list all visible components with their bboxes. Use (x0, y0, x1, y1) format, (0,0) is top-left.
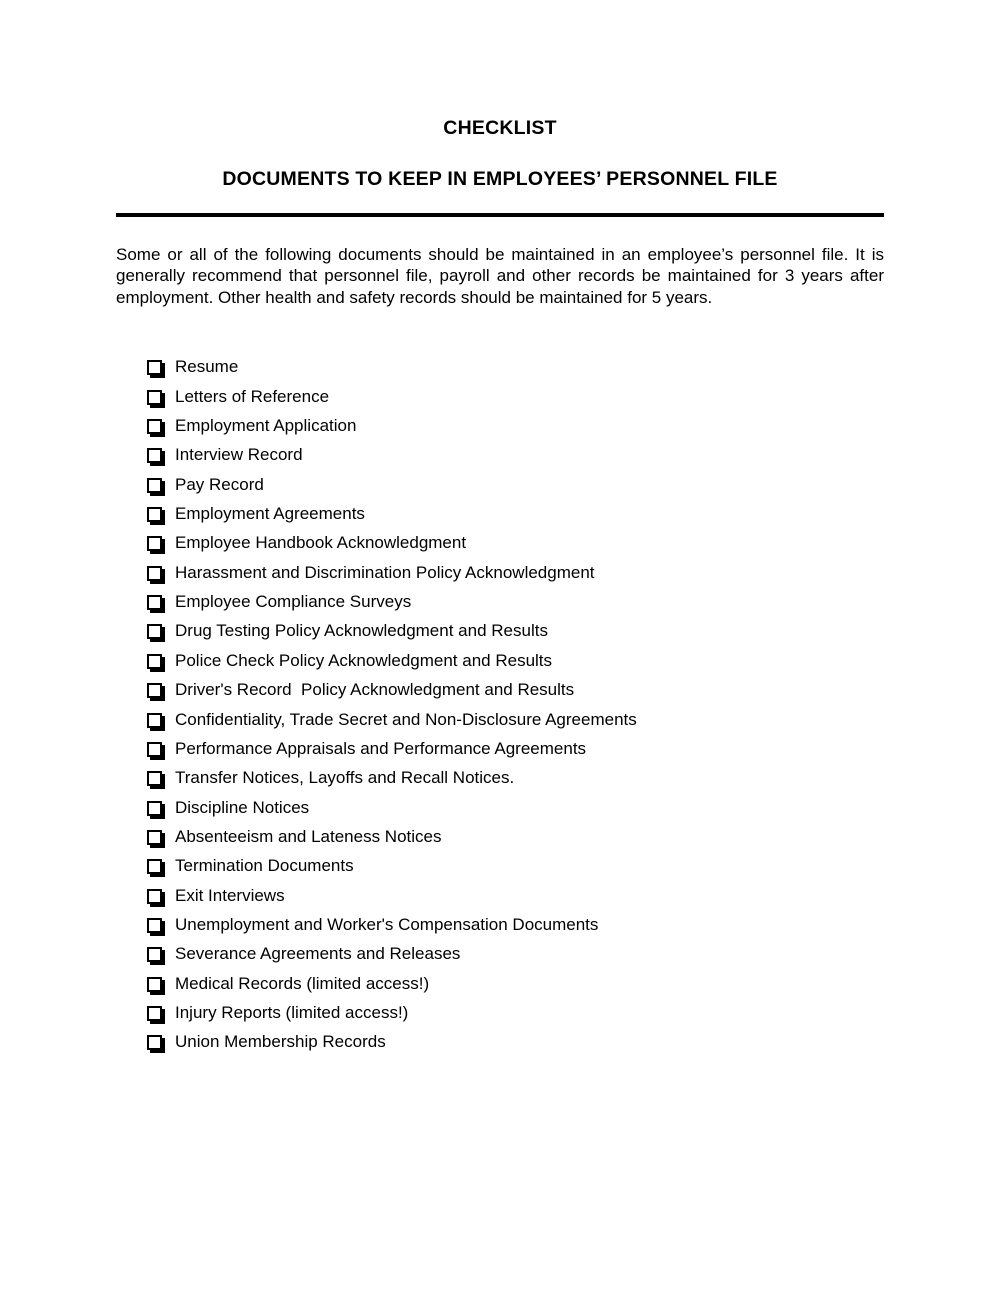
checklist-item[interactable]: Resume (116, 352, 884, 381)
empty-checkbox-icon[interactable] (147, 771, 165, 790)
checklist-item-label: Medical Records (limited access!) (175, 973, 430, 993)
empty-checkbox-icon[interactable] (147, 507, 165, 526)
checklist-item-label: Termination Documents (175, 856, 354, 876)
page-title: CHECKLIST (443, 117, 557, 139)
checklist-item[interactable]: Driver's Record Policy Acknowledgment an… (116, 675, 884, 704)
checklist-item[interactable]: Injury Reports (limited access!) (116, 998, 884, 1027)
empty-checkbox-icon[interactable] (147, 653, 165, 672)
empty-checkbox-icon[interactable] (147, 477, 165, 496)
checklist-item-label: Police Check Policy Acknowledgment and R… (175, 650, 553, 670)
checklist-item[interactable]: Letters of Reference (116, 382, 884, 411)
checklist-item[interactable]: Confidentiality, Trade Secret and Non-Di… (116, 705, 884, 734)
checklist-item[interactable]: Absenteeism and Lateness Notices (116, 822, 884, 851)
checklist: Resume Letters of Reference Employment App… (116, 308, 884, 1056)
checklist-item-label: Injury Reports (limited access!) (175, 1002, 409, 1022)
empty-checkbox-icon[interactable] (147, 859, 165, 878)
checklist-item-label: Driver's Record Policy Acknowledgment an… (175, 680, 575, 700)
checklist-item[interactable]: Medical Records (limited access!) (116, 969, 884, 998)
empty-checkbox-icon[interactable] (147, 1035, 165, 1054)
checklist-item[interactable]: Exit Interviews (116, 881, 884, 910)
checklist-item[interactable]: Employment Application (116, 411, 884, 440)
empty-checkbox-icon[interactable] (147, 389, 165, 408)
page-subtitle: DOCUMENTS TO KEEP IN EMPLOYEES’ PERSONNE… (222, 168, 778, 191)
empty-checkbox-icon[interactable] (147, 683, 165, 702)
empty-checkbox-icon[interactable] (147, 565, 165, 584)
checklist-item[interactable]: Transfer Notices, Layoffs and Recall Not… (116, 763, 884, 792)
empty-checkbox-icon[interactable] (147, 1005, 165, 1024)
empty-checkbox-icon[interactable] (147, 624, 165, 643)
checklist-item-label: Drug Testing Policy Acknowledgment and R… (175, 621, 548, 641)
checklist-item-label: Performance Appraisals and Performance A… (175, 738, 587, 758)
document-page: CHECKLIST DOCUMENTS TO KEEP IN EMPLOYEES… (0, 0, 1000, 1290)
checklist-item-label: Harassment and Discrimination Policy Ack… (175, 562, 595, 582)
checklist-item[interactable]: Pay Record (116, 470, 884, 499)
checklist-item-label: Confidentiality, Trade Secret and Non-Di… (175, 709, 637, 729)
checklist-item[interactable]: Severance Agreements and Releases (116, 939, 884, 968)
empty-checkbox-icon[interactable] (147, 947, 165, 966)
checklist-item[interactable]: Employment Agreements (116, 499, 884, 528)
checklist-item-label: Severance Agreements and Releases (175, 944, 461, 964)
checklist-item-label: Exit Interviews (175, 885, 285, 905)
empty-checkbox-icon[interactable] (147, 917, 165, 936)
checklist-item[interactable]: Police Check Policy Acknowledgment and R… (116, 646, 884, 675)
checklist-item[interactable]: Discipline Notices (116, 793, 884, 822)
empty-checkbox-icon[interactable] (147, 976, 165, 995)
checklist-item-label: Employment Application (175, 416, 357, 436)
empty-checkbox-icon[interactable] (147, 595, 165, 614)
checklist-item-label: Interview Record (175, 445, 303, 465)
title-divider (116, 212, 884, 217)
intro-paragraph: Some or all of the following documents s… (116, 244, 884, 307)
checklist-item[interactable]: Performance Appraisals and Performance A… (116, 734, 884, 763)
checklist-item[interactable]: Employee Compliance Surveys (116, 587, 884, 616)
checklist-item-label: Discipline Notices (175, 797, 310, 817)
empty-checkbox-icon[interactable] (147, 419, 165, 438)
checklist-item-label: Letters of Reference (175, 386, 330, 406)
checklist-item-label: Unemployment and Worker's Compensation D… (175, 914, 599, 934)
empty-checkbox-icon[interactable] (147, 536, 165, 555)
empty-checkbox-icon[interactable] (147, 829, 165, 848)
checklist-item-label: Employee Handbook Acknowledgment (175, 533, 467, 553)
checklist-item-label: Absenteeism and Lateness Notices (175, 826, 442, 846)
checklist-item-label: Employee Compliance Surveys (175, 592, 412, 612)
empty-checkbox-icon[interactable] (147, 888, 165, 907)
empty-checkbox-icon[interactable] (147, 360, 165, 379)
checklist-item[interactable]: Union Membership Records (116, 1027, 884, 1056)
checklist-item[interactable]: Employee Handbook Acknowledgment (116, 528, 884, 557)
checklist-item-label: Resume (175, 357, 239, 377)
checklist-item-label: Transfer Notices, Layoffs and Recall Not… (175, 768, 515, 788)
empty-checkbox-icon[interactable] (147, 800, 165, 819)
checklist-item[interactable]: Harassment and Discrimination Policy Ack… (116, 558, 884, 587)
empty-checkbox-icon[interactable] (147, 448, 165, 467)
document-content: CHECKLIST DOCUMENTS TO KEEP IN EMPLOYEES… (116, 0, 884, 1057)
checklist-item[interactable]: Termination Documents (116, 851, 884, 880)
empty-checkbox-icon[interactable] (147, 712, 165, 731)
checklist-item-label: Employment Agreements (175, 504, 365, 524)
checklist-item-label: Union Membership Records (175, 1032, 386, 1052)
checklist-item[interactable]: Unemployment and Worker's Compensation D… (116, 910, 884, 939)
empty-checkbox-icon[interactable] (147, 741, 165, 760)
checklist-item-label: Pay Record (175, 474, 264, 494)
checklist-item[interactable]: Drug Testing Policy Acknowledgment and R… (116, 616, 884, 645)
checklist-item[interactable]: Interview Record (116, 440, 884, 469)
